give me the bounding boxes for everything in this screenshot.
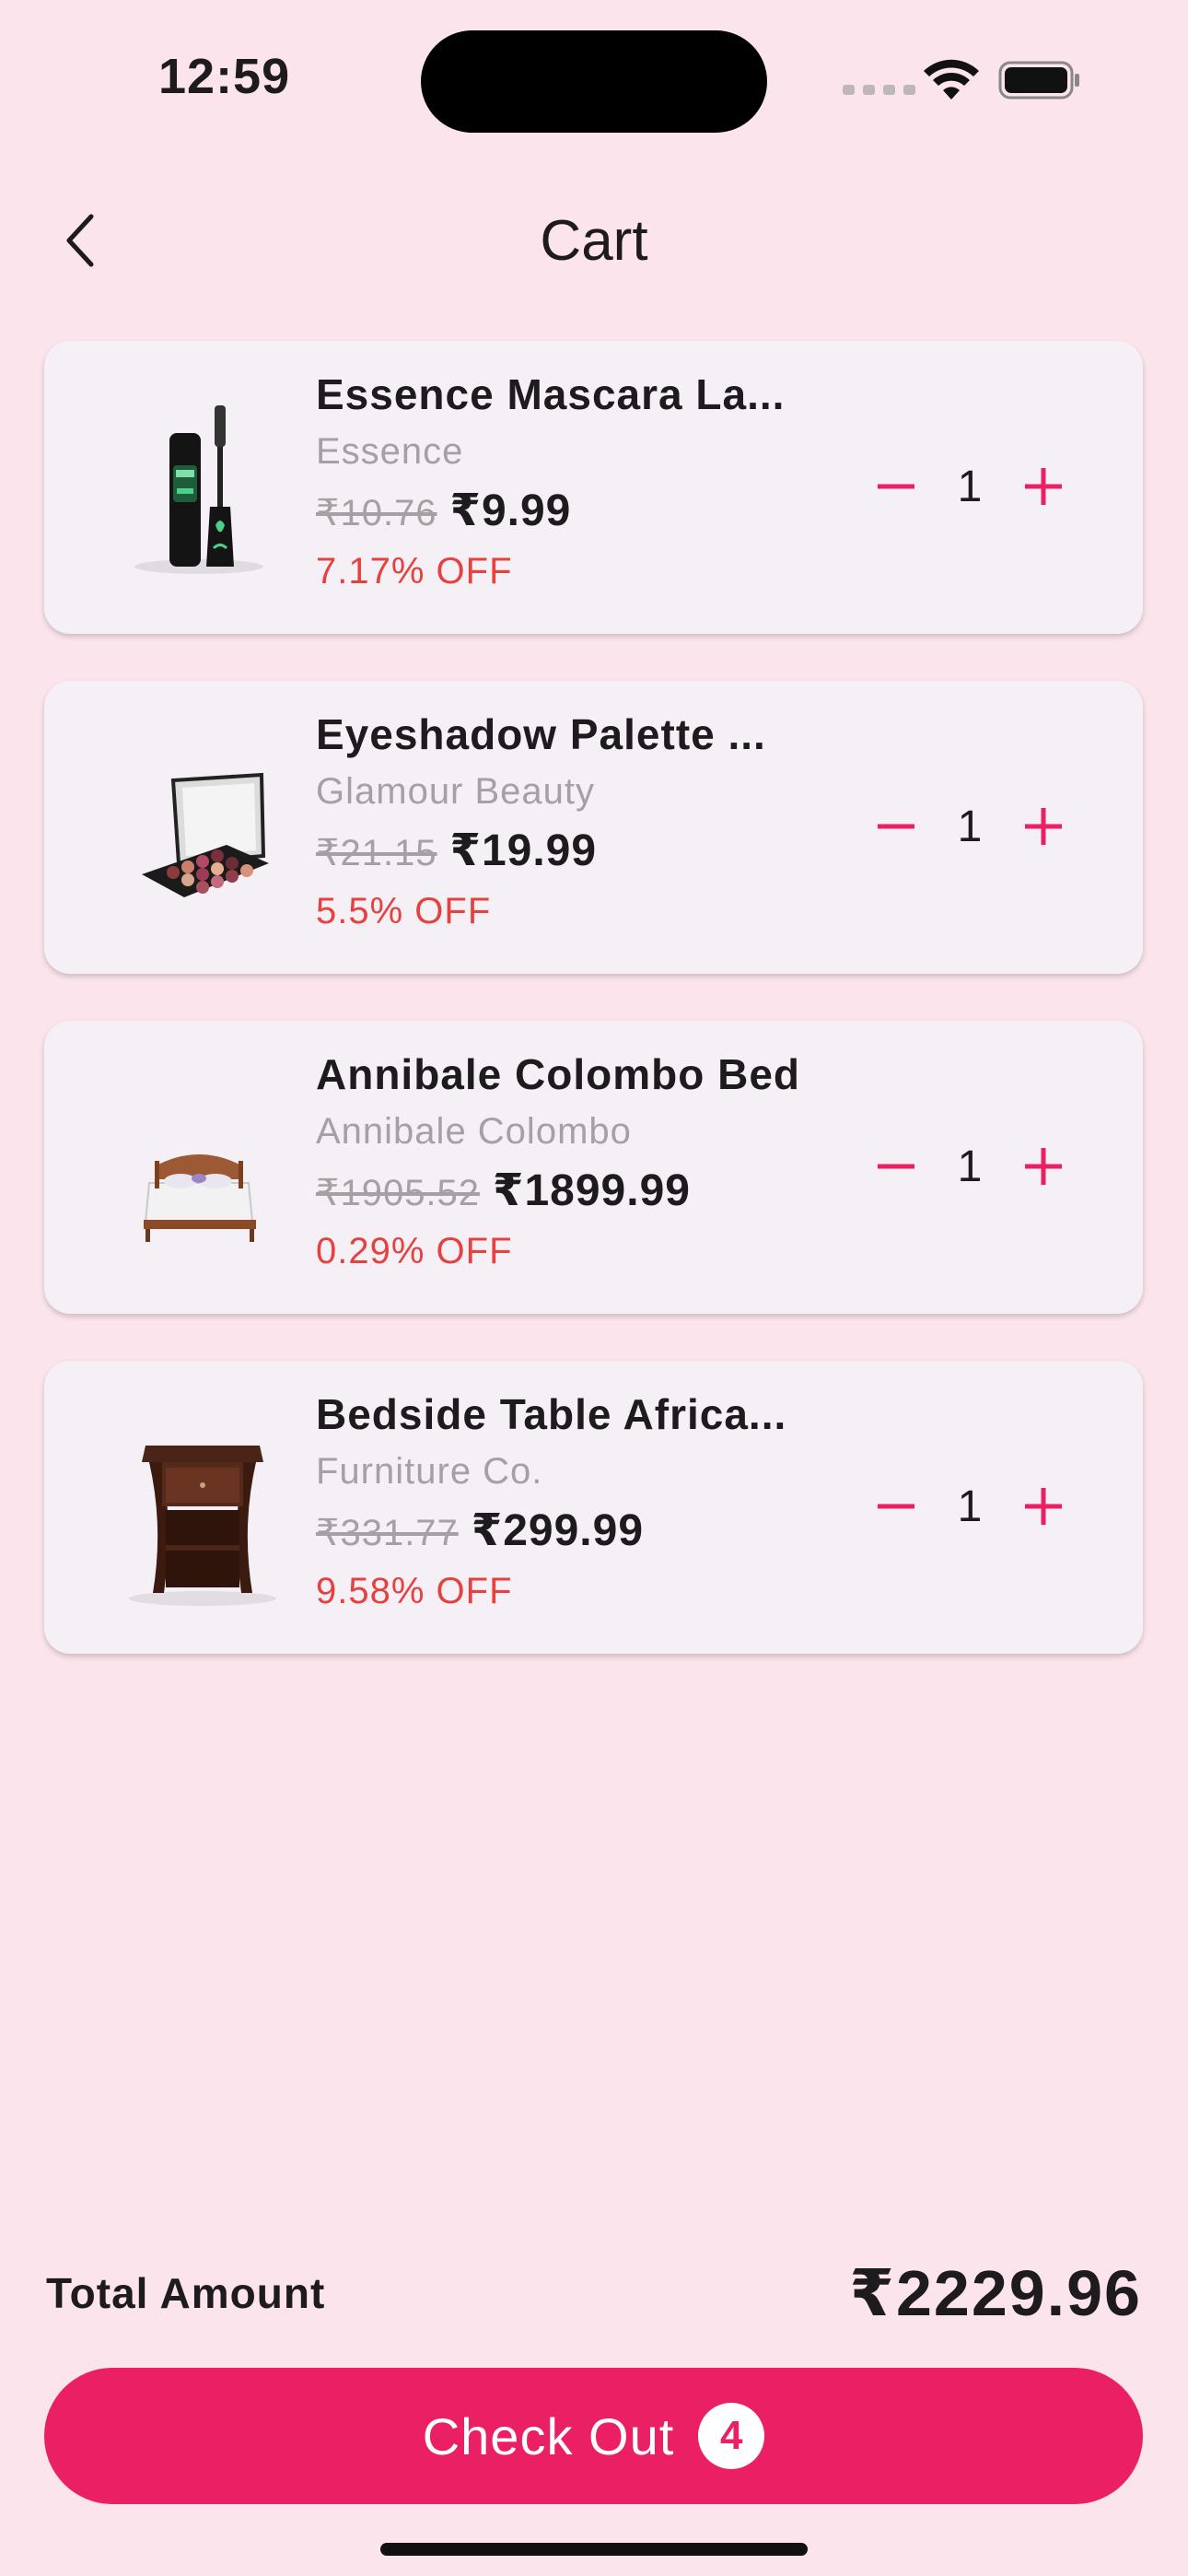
plus-icon (1025, 1488, 1062, 1525)
quantity-value: 1 (957, 802, 983, 851)
battery-icon (998, 61, 1079, 100)
item-discount: 0.29% OFF (316, 1231, 513, 1271)
bed-image (88, 1058, 309, 1279)
cart-count-badge: 4 (698, 2403, 765, 2469)
minus-icon (878, 1164, 914, 1169)
cart-item[interactable]: Essence Mascara La... Essence ₹10.76 ₹9.… (44, 341, 1143, 634)
item-brand: Essence (316, 431, 464, 472)
item-price: ₹9.99 (449, 486, 572, 535)
quantity-value: 1 (957, 462, 983, 511)
item-name: Essence Mascara La... (316, 370, 786, 418)
dynamic-island (421, 30, 767, 133)
item-price: ₹299.99 (471, 1506, 645, 1555)
item-discount: 5.5% OFF (316, 891, 492, 931)
increase-quantity-button[interactable] (1007, 1130, 1080, 1203)
checkout-label: Check Out (422, 2406, 675, 2465)
item-price: ₹19.99 (449, 826, 598, 875)
quantity-value: 1 (957, 1481, 983, 1531)
increase-quantity-button[interactable] (1007, 790, 1080, 863)
item-brand: Glamour Beauty (316, 771, 596, 812)
home-indicator (380, 2543, 808, 2556)
item-discount: 9.58% OFF (316, 1571, 513, 1611)
item-original-price: ₹10.76 (316, 493, 437, 533)
item-name: Bedside Table Africa... (316, 1390, 787, 1438)
plus-icon (1025, 808, 1062, 845)
wifi-icon (924, 59, 979, 100)
item-original-price: ₹21.15 (316, 833, 437, 873)
cart-item[interactable]: Annibale Colombo Bed Annibale Colombo ₹1… (44, 1021, 1143, 1314)
item-brand: Furniture Co. (316, 1451, 543, 1492)
decrease-quantity-button[interactable] (859, 1469, 933, 1543)
checkout-button[interactable]: Check Out 4 (44, 2368, 1143, 2504)
increase-quantity-button[interactable] (1007, 1469, 1080, 1543)
quantity-value: 1 (957, 1142, 983, 1191)
plus-icon (1025, 468, 1062, 505)
quantity-stepper: 1 (859, 790, 1080, 863)
item-original-price: ₹1905.52 (316, 1173, 481, 1213)
decrease-quantity-button[interactable] (859, 1130, 933, 1203)
item-name: Eyeshadow Palette ... (316, 710, 766, 758)
page-title: Cart (540, 209, 648, 273)
quantity-stepper: 1 (859, 1130, 1080, 1203)
item-brand: Annibale Colombo (316, 1111, 632, 1152)
item-price: ₹1899.99 (493, 1166, 691, 1215)
decrease-quantity-button[interactable] (859, 450, 933, 523)
header: Cart (0, 184, 1188, 295)
quantity-stepper: 1 (859, 1469, 1080, 1543)
item-original-price: ₹331.77 (316, 1513, 459, 1553)
mascara-image (88, 378, 309, 599)
status-bar: 12:59 (0, 0, 1188, 157)
decrease-quantity-button[interactable] (859, 790, 933, 863)
total-amount-label: Total Amount (46, 2269, 326, 2317)
item-discount: 7.17% OFF (316, 551, 513, 591)
cart-item[interactable]: Eyeshadow Palette ... Glamour Beauty ₹21… (44, 681, 1143, 974)
quantity-stepper: 1 (859, 450, 1080, 523)
increase-quantity-button[interactable] (1007, 450, 1080, 523)
minus-icon (878, 1504, 914, 1509)
minus-icon (878, 484, 914, 489)
plus-icon (1025, 1148, 1062, 1185)
minus-icon (878, 824, 914, 829)
item-name: Annibale Colombo Bed (316, 1050, 800, 1098)
total-amount-value: ₹2229.96 (849, 2257, 1142, 2329)
cart-item[interactable]: Bedside Table Africa... Furniture Co. ₹3… (44, 1361, 1143, 1654)
eyeshadow-palette-image (88, 718, 309, 939)
cart-list: Essence Mascara La... Essence ₹10.76 ₹9.… (44, 341, 1143, 1701)
status-time: 12:59 (158, 49, 291, 104)
bedside-table-image (88, 1398, 309, 1619)
cellular-signal-icon (843, 85, 915, 95)
